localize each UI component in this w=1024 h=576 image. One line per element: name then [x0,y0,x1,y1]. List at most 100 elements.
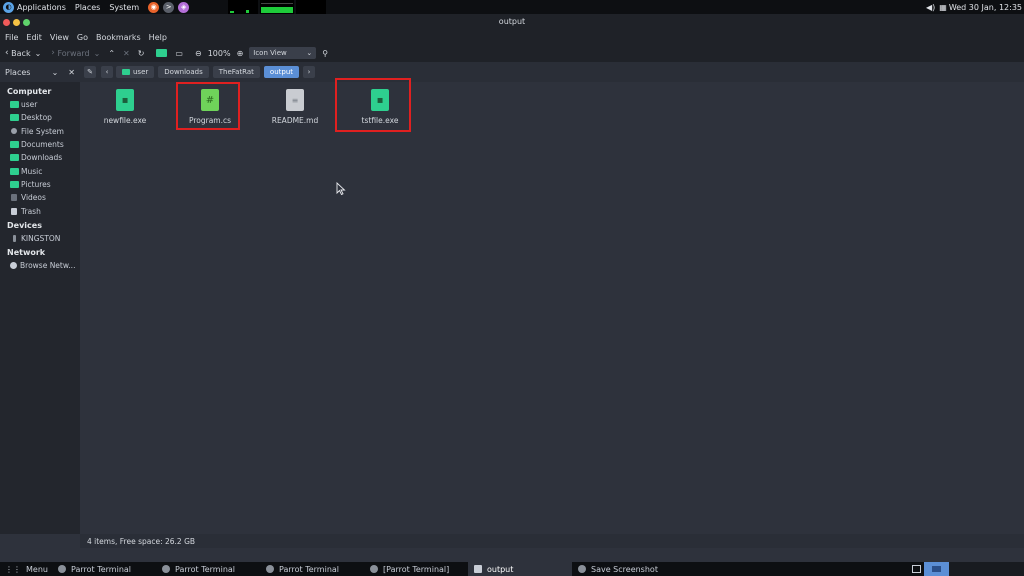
taskbar-menu-button[interactable]: ⋮⋮ Menu [0,562,52,576]
menu-help[interactable]: Help [149,33,167,42]
breadcrumb-output[interactable]: output [263,66,300,78]
chevron-right-icon: › [51,48,55,58]
menu-edit[interactable]: Edit [26,33,42,42]
file-item-readme[interactable]: ≡ README.md [260,89,330,125]
home-button[interactable] [156,49,168,57]
sidebar-item-videos[interactable]: Videos [0,191,80,204]
firefox-icon[interactable]: ◉ [148,1,160,13]
breadcrumb-thefatrat[interactable]: TheFatRat [212,66,260,78]
menu-bookmarks[interactable]: Bookmarks [96,33,141,42]
trash-icon [11,207,17,215]
volume-icon[interactable]: ◀) [926,3,935,12]
chevron-down-icon[interactable]: ⌄ [52,68,59,77]
chevron-left-icon: ‹ [5,48,9,58]
close-icon: ✕ [123,48,130,58]
workspace-4[interactable] [999,562,1024,576]
task-label: Parrot Terminal [175,564,236,574]
file-item-newfile[interactable]: ▪ newfile.exe [90,89,160,125]
task-output[interactable]: output [468,562,572,576]
task-parrot-terminal-3[interactable]: Parrot Terminal [260,562,364,576]
app-icon[interactable]: ◈ [178,1,190,13]
show-desktop-icon[interactable] [912,565,921,573]
home-folder-icon [10,101,19,109]
menu-file[interactable]: File [5,33,18,42]
breadcrumb-scroll-left[interactable]: ‹ [101,66,113,78]
sidebar-item-browse-network[interactable]: Browse Netw... [0,259,80,272]
forward-history-dropdown[interactable]: ⌄ [94,49,101,58]
window-title: output [498,17,526,26]
task-parrot-terminal-2[interactable]: Parrot Terminal [156,562,260,576]
sidebar-item-trash[interactable]: Trash [0,204,80,217]
forward-button[interactable]: › Forward [51,48,89,58]
status-bar: 4 items, Free space: 26.2 GB [80,534,1024,548]
home-folder-icon [156,49,168,57]
zoom-in-button[interactable]: ⊕ [237,49,244,58]
zoom-out-button[interactable]: ⊖ [195,49,202,58]
sidebar-item-label: Pictures [21,179,51,189]
task-label: Save Screenshot [591,564,658,574]
close-sidebar-icon[interactable]: ✕ [68,68,75,77]
file-view[interactable]: ▪ newfile.exe # Program.cs ≡ README.md ▪… [80,78,1024,534]
home-folder-icon [122,69,130,75]
zoom-level[interactable]: 100% [208,49,231,58]
sidebar-item-label: Downloads [21,153,63,163]
forward-label: Forward [57,48,90,58]
view-mode-select[interactable]: Icon View ⌄ [249,47,317,59]
breadcrumb-scroll-right[interactable]: › [303,66,316,78]
workspace-2[interactable] [949,562,974,576]
mouse-cursor-icon [336,182,346,196]
menu-go[interactable]: Go [77,33,88,42]
clock[interactable]: Wed 30 Jan, 12:35 [949,3,1022,12]
text-file-icon: ≡ [286,89,304,111]
workspace-3[interactable] [974,562,999,576]
sidebar-item-user[interactable]: user [0,98,80,111]
sidebar-item-music[interactable]: Music [0,164,80,177]
system-menu[interactable]: System [109,3,139,12]
places-menu[interactable]: Places [75,3,100,12]
task-parrot-terminal-1[interactable]: Parrot Terminal [52,562,156,576]
sidebar-item-pictures[interactable]: Pictures [0,178,80,191]
menu-view[interactable]: View [50,33,69,42]
breadcrumb-downloads[interactable]: Downloads [158,66,209,78]
grid-icon: ⋮⋮ [5,564,21,574]
chevron-left-icon: ‹ [105,68,109,76]
task-label: output [487,564,514,574]
task-save-screenshot[interactable]: Save Screenshot [572,562,676,576]
chevron-down-icon: ⌄ [306,49,313,57]
places-label: Places [5,67,31,77]
sidebar-item-downloads[interactable]: Downloads [0,151,80,164]
sidebar-item-desktop[interactable]: Desktop [0,111,80,124]
stop-button[interactable]: ✕ [123,49,130,58]
zoom-out-icon: ⊖ [194,48,202,58]
reload-button[interactable]: ↻ [138,49,145,58]
pencil-icon: ✎ [87,68,93,76]
camera-icon [578,565,586,573]
sidebar-item-documents[interactable]: Documents [0,138,80,151]
drive-icon [11,128,17,135]
search-button[interactable]: ⚲ [322,49,328,58]
reload-icon: ↻ [137,48,145,58]
video-icon [11,194,17,202]
places-selector[interactable]: Places ⌄ ✕ [0,68,80,77]
zoom-in-icon: ⊕ [236,48,244,58]
toolbar: ‹ Back ⌄ › Forward ⌄ ⌃ ✕ ↻ ▭ ⊖ 100% ⊕ Ic… [0,44,1024,62]
terminal-icon [266,565,274,573]
breadcrumb-user[interactable]: user [116,66,155,78]
computer-button[interactable]: ▭ [175,49,183,58]
toggle-path-entry-button[interactable]: ✎ [84,66,96,78]
workspace-1[interactable] [924,562,949,576]
location-bar: Places ⌄ ✕ ✎ ‹ user Downloads TheFatRat … [0,62,1024,82]
clock-area: ◀) ▦ Wed 30 Jan, 12:35 [926,0,1022,14]
sidebar-item-label: KINGSTON [21,233,61,243]
task-parrot-terminal-4[interactable]: [Parrot Terminal] [364,562,468,576]
file-name: README.md [271,116,319,125]
sidebar-item-kingston[interactable]: KINGSTON [0,232,80,245]
monitor-icon: ▭ [175,48,183,58]
applications-menu[interactable]: Applications [17,3,66,12]
terminal-icon[interactable]: > [163,1,175,13]
back-button[interactable]: ‹ Back [5,48,31,58]
parrot-logo-icon[interactable]: ◐ [3,1,14,13]
sidebar-item-file-system[interactable]: File System [0,125,80,138]
up-button[interactable]: ⌃ [108,49,115,58]
back-history-dropdown[interactable]: ⌄ [35,49,42,58]
